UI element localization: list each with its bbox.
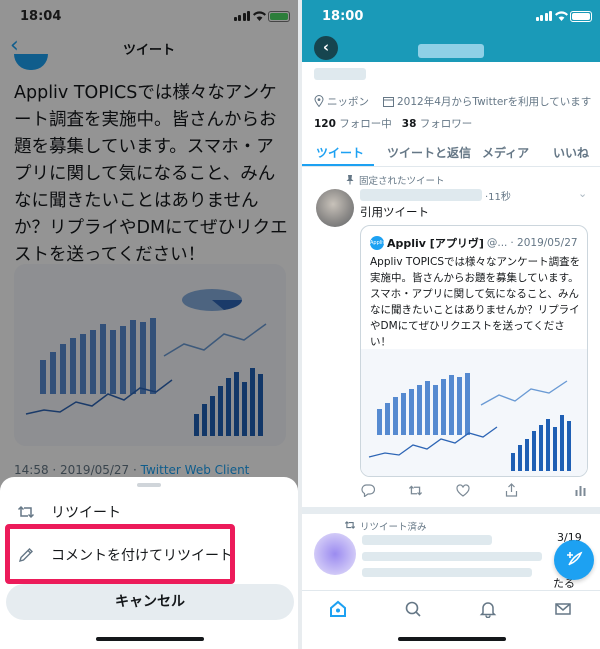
active-tab-indicator xyxy=(302,164,374,166)
tweet-separator xyxy=(302,507,600,514)
retweet-option-label: リツイート xyxy=(51,505,121,521)
quoted-tweet-image xyxy=(361,349,587,476)
tab-likes[interactable]: いいね xyxy=(553,144,589,161)
next-tweet-redacted-1 xyxy=(362,535,492,545)
tweet-time: ·11秒 xyxy=(485,192,511,203)
tweet-text: 引用ツイート xyxy=(360,205,429,219)
tab-tweets-and-replies[interactable]: ツイートと返信 xyxy=(387,144,471,161)
location-icon xyxy=(314,95,324,107)
avatar[interactable] xyxy=(316,189,354,227)
left-screen: 18:04 ‹ ツイート Appliv TOPICSでは様々なアンケート調査を実… xyxy=(0,0,298,649)
quoted-tweet-text: Appliv TOPICSでは様々なアンケート調査を実施中。皆さんからお題を募集… xyxy=(370,256,581,348)
tab-media[interactable]: メディア xyxy=(482,144,529,161)
quoted-tweet-date: · 2019/05/27 xyxy=(510,237,578,249)
highlight-box xyxy=(5,524,235,584)
compose-tweet-button[interactable] xyxy=(554,540,594,580)
home-indicator[interactable] xyxy=(398,637,506,641)
retweet-small-icon xyxy=(344,521,356,529)
follow-counts: 120 フォロー中 38 フォロワー xyxy=(314,116,472,131)
tab-tweets[interactable]: ツイート xyxy=(316,144,364,161)
retweeted-label: リツイート済み xyxy=(360,522,427,533)
retweet-icon xyxy=(17,503,35,521)
messages-envelope-icon[interactable] xyxy=(553,599,573,619)
profile-name-redacted xyxy=(418,44,484,58)
avatar[interactable] xyxy=(314,533,356,575)
back-button[interactable]: ‹ xyxy=(314,36,338,60)
battery-icon xyxy=(570,11,592,22)
profile-info: ニッポン 2012年4月からTwitterを利用しています xyxy=(314,93,594,109)
profile-handle-redacted xyxy=(314,68,366,80)
calendar-icon xyxy=(383,96,394,107)
appliv-logo-icon: Appliv xyxy=(370,236,386,250)
analytics-icon[interactable] xyxy=(572,482,588,498)
profile-tabs: ツイート ツイートと返信 メディア いいね xyxy=(302,137,600,167)
right-screen: 18:00 ‹ ニッポン 2012年4月からTwitterを利用しています 12… xyxy=(302,0,600,649)
profile-joined-date: 2012年4月からTwitterを利用しています xyxy=(397,95,592,108)
pin-icon xyxy=(346,175,354,185)
chevron-down-icon[interactable]: ⌄ xyxy=(578,187,587,200)
cellular-signal-icon xyxy=(535,11,552,21)
like-icon[interactable] xyxy=(455,482,471,498)
cancel-button[interactable]: キャンセル xyxy=(6,584,294,620)
chart-illustration xyxy=(361,349,587,476)
author-name-redacted xyxy=(360,189,482,201)
sheet-handle[interactable] xyxy=(137,483,161,487)
retweet-icon[interactable] xyxy=(407,482,423,498)
status-bar: 18:00 xyxy=(302,0,600,34)
share-icon[interactable] xyxy=(503,482,519,498)
next-tweet-redacted-2 xyxy=(362,552,542,561)
tweet-actions xyxy=(360,482,588,498)
quoted-author-handle: @... xyxy=(486,237,508,249)
pinned-label: 固定されたツイート xyxy=(359,176,445,187)
following-count[interactable]: 120 フォロー中 xyxy=(314,118,392,130)
quoted-tweet-header: Appliv Appliv [アプリヴ] @... · 2019/05/27 xyxy=(370,235,585,251)
wifi-icon xyxy=(555,11,568,21)
quoted-author-name: Appliv [アプリヴ] xyxy=(387,237,484,250)
quoted-tweet-card[interactable]: Appliv Appliv [アプリヴ] @... · 2019/05/27 A… xyxy=(360,225,588,477)
profile-location: ニッポン xyxy=(327,95,369,108)
followers-count[interactable]: 38 フォロワー xyxy=(402,118,472,130)
search-icon[interactable] xyxy=(403,599,423,619)
reply-icon[interactable] xyxy=(360,482,376,498)
status-time: 18:00 xyxy=(322,9,364,24)
home-indicator[interactable] xyxy=(96,637,204,641)
notifications-bell-icon[interactable] xyxy=(478,599,498,619)
home-icon[interactable] xyxy=(328,599,348,619)
next-tweet-redacted-3 xyxy=(362,568,532,577)
feather-plus-icon xyxy=(567,551,583,566)
